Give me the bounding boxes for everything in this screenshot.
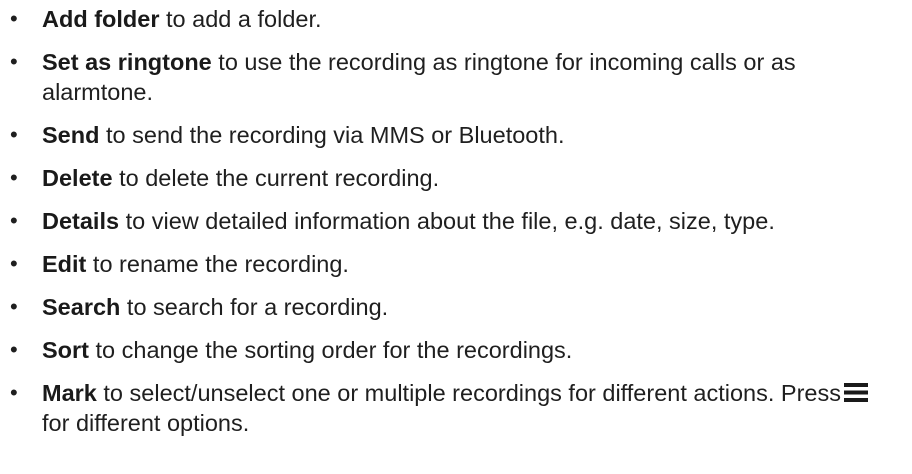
bullet: •: [10, 337, 18, 362]
list-item-send: • Send to send the recording via MMS or …: [0, 120, 912, 150]
menu-icon: [843, 383, 868, 402]
item-description: to change the sorting order for the reco…: [89, 337, 573, 363]
item-term: Mark: [42, 380, 97, 406]
list-item-mark: • Mark to select/unselect one or multipl…: [0, 378, 912, 438]
item-term: Sort: [42, 337, 89, 363]
list-item-delete: • Delete to delete the current recording…: [0, 163, 912, 193]
item-description: to view detailed information about the f…: [119, 208, 775, 234]
list-item-sort: • Sort to change the sorting order for t…: [0, 335, 912, 365]
list-item-edit: • Edit to rename the recording.: [0, 249, 912, 279]
item-term: Search: [42, 294, 121, 320]
list-item-search: • Search to search for a recording.: [0, 292, 912, 322]
bullet: •: [10, 208, 18, 233]
options-list: • Add folder to add a folder. • Set as r…: [0, 0, 912, 451]
item-description-continued: for different options.: [42, 410, 250, 436]
list-item-details: • Details to view detailed information a…: [0, 206, 912, 236]
bullet: •: [10, 294, 18, 319]
bullet: •: [10, 251, 18, 276]
bullet: •: [10, 6, 18, 31]
item-description: to delete the current recording.: [112, 165, 440, 191]
item-description: to send the recording via MMS or Bluetoo…: [99, 122, 565, 148]
item-term: Set as ringtone: [42, 49, 212, 75]
list-item-add-folder: • Add folder to add a folder.: [0, 0, 912, 34]
item-description: to rename the recording.: [86, 251, 349, 277]
item-description: to select/unselect one or multiple recor…: [96, 380, 841, 406]
item-description: to search for a recording.: [120, 294, 389, 320]
item-term: Edit: [42, 251, 87, 277]
bullet: •: [10, 122, 18, 147]
item-term: Add folder: [42, 6, 160, 32]
list-item-set-as-ringtone: • Set as ringtone to use the recording a…: [0, 47, 912, 107]
item-term: Send: [42, 122, 100, 148]
bullet: •: [10, 49, 18, 74]
bullet: •: [10, 380, 18, 405]
item-term: Details: [42, 208, 120, 234]
item-description: to add a folder.: [159, 6, 322, 32]
item-term: Delete: [42, 165, 113, 191]
bullet: •: [10, 165, 18, 190]
